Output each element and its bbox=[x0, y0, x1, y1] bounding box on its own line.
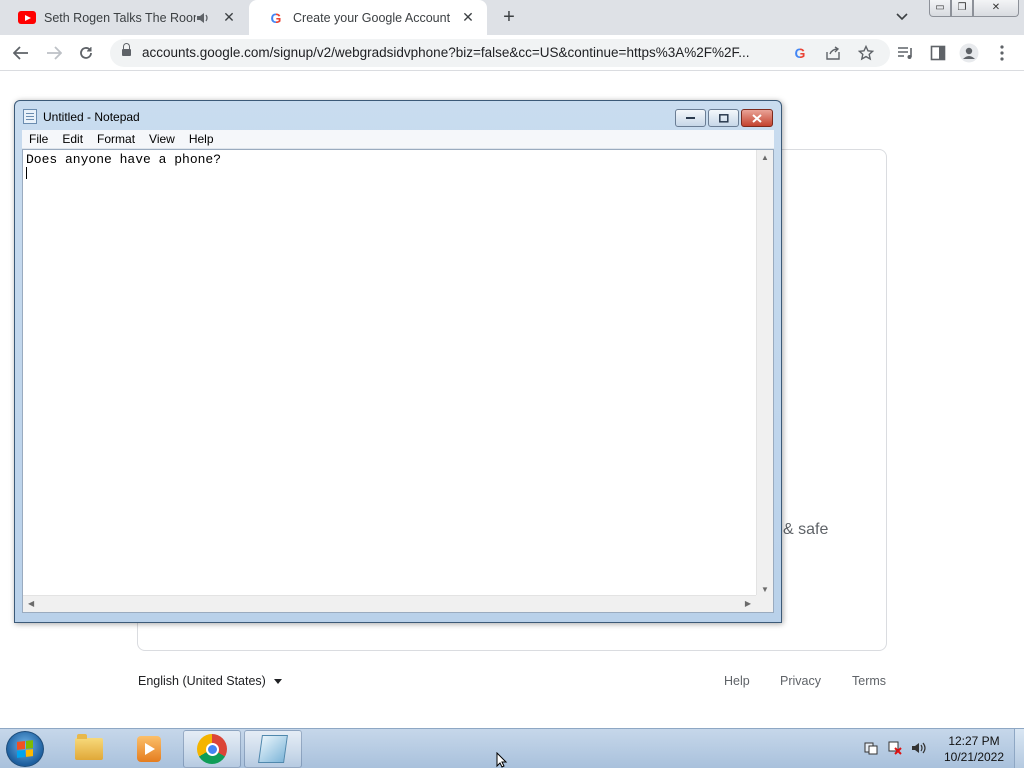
close-tab-icon[interactable]: ✕ bbox=[459, 9, 477, 26]
text-cursor bbox=[26, 167, 27, 179]
url-text: accounts.google.com/signup/v2/webgradsid… bbox=[142, 45, 750, 60]
window-minimize-button[interactable]: ▭ bbox=[929, 0, 951, 17]
notepad-close-button[interactable] bbox=[741, 109, 773, 127]
speaker-icon[interactable] bbox=[196, 12, 214, 24]
google-translate-icon[interactable]: G bbox=[790, 43, 810, 63]
menu-format[interactable]: Format bbox=[90, 132, 142, 146]
taskbar-media-player[interactable] bbox=[120, 730, 178, 768]
dropdown-caret-icon bbox=[273, 678, 282, 684]
window-restore-button[interactable]: ❐ bbox=[951, 0, 973, 17]
share-icon[interactable] bbox=[823, 43, 843, 63]
more-menu-icon[interactable] bbox=[990, 41, 1014, 65]
volume-icon[interactable] bbox=[910, 739, 928, 757]
menu-file[interactable]: File bbox=[22, 132, 55, 146]
chrome-icon bbox=[197, 734, 227, 764]
resize-grip-icon[interactable] bbox=[756, 595, 773, 612]
clock-date: 10/21/2022 bbox=[943, 750, 1005, 764]
network-icon[interactable] bbox=[886, 739, 904, 757]
notepad-minimize-button[interactable] bbox=[675, 109, 706, 127]
taskbar-explorer[interactable] bbox=[60, 730, 118, 768]
notepad-menu-bar: File Edit Format View Help bbox=[22, 130, 774, 149]
window-close-button[interactable]: ✕ bbox=[973, 0, 1019, 17]
browser-toolbar: accounts.google.com/signup/v2/webgradsid… bbox=[0, 35, 1024, 71]
scroll-right-arrow-icon[interactable]: ▶ bbox=[745, 599, 751, 608]
scroll-left-arrow-icon[interactable]: ◀ bbox=[28, 599, 34, 608]
notepad-content: Does anyone have a phone? bbox=[26, 152, 222, 167]
action-center-icon[interactable] bbox=[862, 739, 880, 757]
language-label: English (United States) bbox=[138, 674, 266, 688]
tab-title: Create your Google Account bbox=[293, 10, 451, 25]
taskbar-notepad[interactable] bbox=[244, 730, 302, 768]
notepad-icon bbox=[258, 735, 288, 763]
notepad-icon bbox=[23, 109, 37, 124]
tab-title: Seth Rogen Talks The Room bbox=[44, 10, 196, 25]
lock-icon[interactable] bbox=[122, 43, 131, 57]
partial-card-text: & safe bbox=[783, 521, 829, 538]
side-panel-icon[interactable] bbox=[926, 41, 950, 65]
scroll-down-arrow-icon[interactable]: ▼ bbox=[761, 585, 769, 594]
address-bar[interactable]: accounts.google.com/signup/v2/webgradsid… bbox=[110, 39, 890, 67]
google-icon: G bbox=[270, 9, 282, 26]
start-button[interactable] bbox=[6, 731, 44, 767]
menu-edit[interactable]: Edit bbox=[55, 132, 90, 146]
browser-tab-strip: Seth Rogen Talks The Room ✕ G Create you… bbox=[0, 0, 1024, 35]
system-tray bbox=[862, 739, 928, 757]
notepad-title-bar[interactable]: Untitled - Notepad bbox=[23, 109, 140, 124]
tab-search-chevron-icon[interactable] bbox=[896, 10, 914, 28]
show-desktop-button[interactable] bbox=[1014, 729, 1024, 768]
language-selector[interactable]: English (United States) bbox=[138, 674, 282, 688]
vertical-scrollbar[interactable]: ▲ ▼ bbox=[756, 150, 773, 597]
notepad-window: Untitled - Notepad File Edit Format View… bbox=[14, 100, 782, 623]
media-player-icon bbox=[137, 736, 161, 762]
scroll-up-arrow-icon[interactable]: ▲ bbox=[761, 153, 769, 162]
system-clock[interactable]: 12:27 PM 10/21/2022 bbox=[936, 733, 1012, 765]
reload-icon[interactable] bbox=[74, 41, 98, 65]
tab-create-google-account[interactable]: G Create your Google Account ✕ bbox=[249, 0, 487, 35]
footer-privacy-link[interactable]: Privacy bbox=[780, 674, 821, 688]
back-arrow-icon[interactable] bbox=[9, 41, 33, 65]
horizontal-scrollbar[interactable]: ◀ ▶ bbox=[23, 595, 756, 612]
close-tab-icon[interactable]: ✕ bbox=[220, 9, 238, 26]
windows-taskbar: 12:27 PM 10/21/2022 bbox=[0, 728, 1024, 768]
notepad-text-area[interactable]: Does anyone have a phone? ▲ ▼ ◀ ▶ bbox=[22, 149, 774, 613]
forward-arrow-icon[interactable] bbox=[42, 41, 66, 65]
taskbar-chrome[interactable] bbox=[183, 730, 241, 768]
reading-list-icon[interactable] bbox=[894, 41, 918, 65]
profile-avatar-icon[interactable] bbox=[957, 41, 981, 65]
menu-help[interactable]: Help bbox=[182, 132, 221, 146]
footer-terms-link[interactable]: Terms bbox=[852, 674, 886, 688]
clock-time: 12:27 PM bbox=[948, 734, 1000, 748]
new-tab-button[interactable]: + bbox=[498, 6, 520, 28]
youtube-icon bbox=[18, 10, 36, 26]
bookmark-star-icon[interactable] bbox=[856, 43, 876, 63]
notepad-maximize-button[interactable] bbox=[708, 109, 739, 127]
notepad-title: Untitled - Notepad bbox=[43, 109, 140, 124]
footer-help-link[interactable]: Help bbox=[724, 674, 750, 688]
tab-seth-rogen[interactable]: Seth Rogen Talks The Room ✕ bbox=[0, 0, 248, 35]
windows-explorer-icon bbox=[75, 734, 103, 760]
menu-view[interactable]: View bbox=[142, 132, 182, 146]
windows-logo-icon bbox=[17, 740, 33, 758]
